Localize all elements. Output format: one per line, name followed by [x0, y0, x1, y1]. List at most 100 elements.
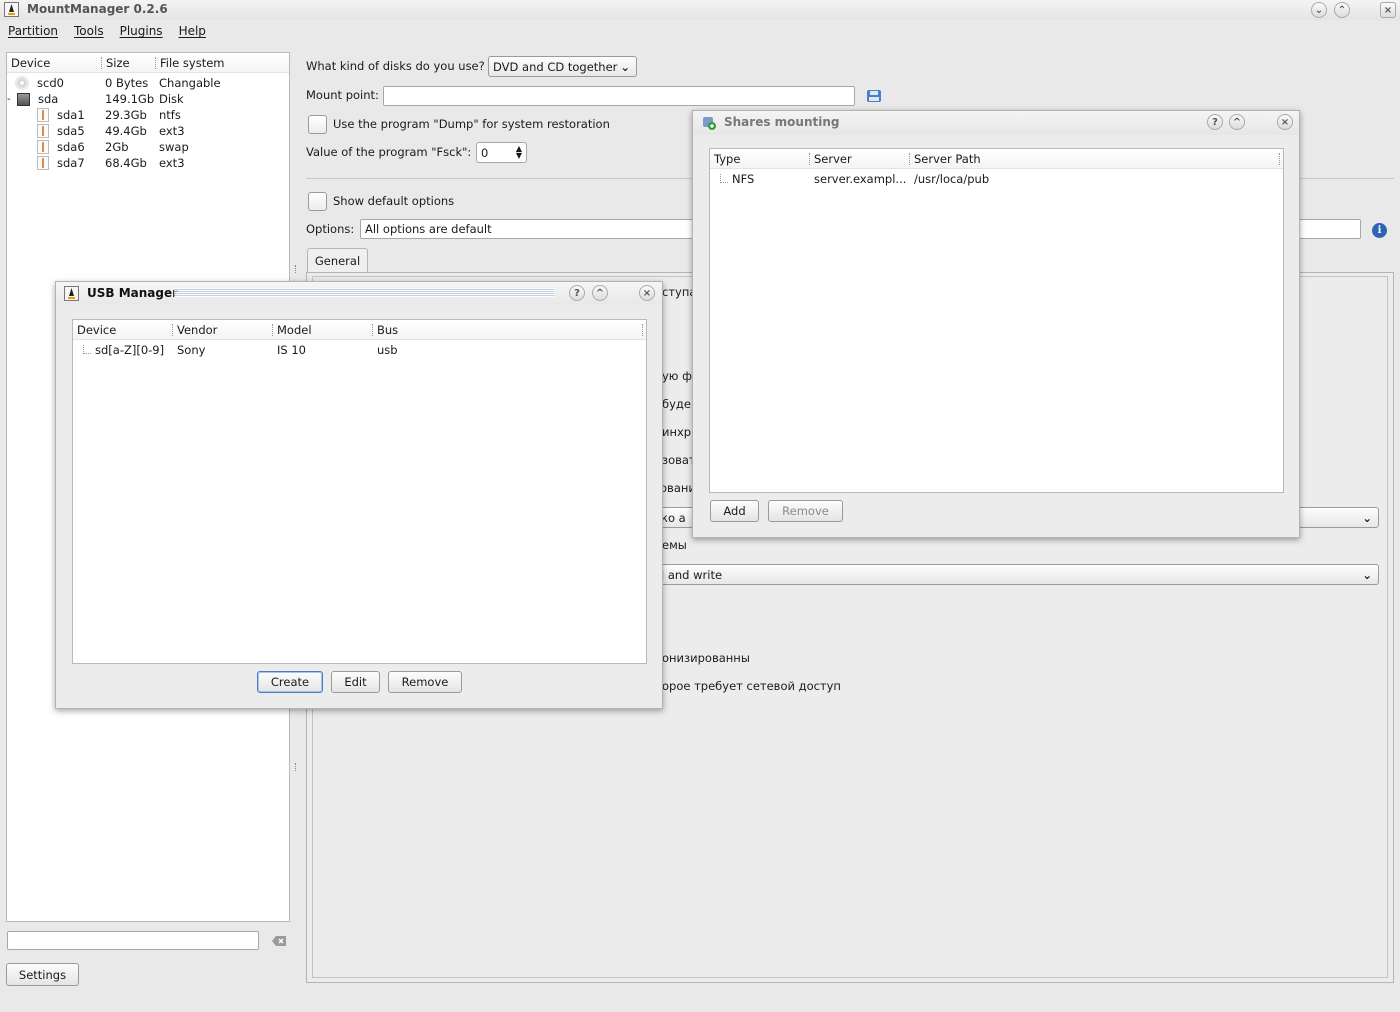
column-model[interactable]: Model: [273, 323, 373, 336]
device-name: sda5: [57, 124, 85, 138]
mount-point-label: Mount point:: [306, 88, 379, 102]
show-default-checkbox[interactable]: [308, 192, 327, 211]
dump-checkbox[interactable]: [308, 115, 327, 134]
tree-row-sda1[interactable]: sda1 29.3Gb ntfs: [7, 107, 289, 123]
device-size: 2Gb: [105, 140, 129, 154]
disk-type-select[interactable]: DVD and CD together ⌄: [488, 56, 637, 77]
splitter-handle[interactable]: [295, 265, 297, 273]
share-server: server.exampl...: [814, 172, 907, 186]
shares-title: Shares mounting: [724, 115, 840, 129]
device-name: scd0: [37, 76, 64, 90]
options-label: Options:: [306, 222, 355, 236]
tree-row-sda[interactable]: - sda 149.1Gb Disk: [7, 91, 289, 107]
clear-filter-icon[interactable]: [272, 935, 286, 946]
remove-button[interactable]: Remove: [388, 671, 462, 693]
maximize-button[interactable]: ⌃: [1334, 2, 1350, 18]
edit-button[interactable]: Edit: [331, 671, 380, 693]
remove-share-button[interactable]: Remove: [768, 500, 843, 522]
table-row[interactable]: sd[a-Z][0-9] Sony IS 10 usb: [73, 342, 646, 358]
ghost-text: орое требует сетевой доступ: [662, 679, 841, 693]
tree-row-sda5[interactable]: sda5 49.4Gb ext3: [7, 123, 289, 139]
app-title: MountManager 0.2.6: [27, 2, 168, 16]
tab-general-label: General: [314, 254, 361, 268]
fsck-label: Value of the program "Fsck":: [306, 145, 472, 159]
device-cell: - sda: [7, 92, 105, 106]
main-titlebar: MountManager 0.2.6 ⌄ ⌃ ×: [0, 0, 1400, 20]
close-button[interactable]: ×: [1277, 114, 1293, 130]
tree-connector: [720, 174, 728, 183]
help-button[interactable]: ?: [569, 285, 585, 301]
app-logo-icon: [64, 286, 79, 301]
column-server[interactable]: Server: [810, 152, 910, 165]
create-button[interactable]: Create: [257, 671, 323, 693]
column-device[interactable]: Device: [7, 56, 102, 69]
shares-dialog: Shares mounting ? ^ × Type Server Server…: [692, 110, 1300, 538]
add-share-button[interactable]: Add: [710, 500, 759, 522]
save-icon[interactable]: [866, 88, 882, 104]
shade-button[interactable]: ^: [592, 285, 608, 301]
device-name: sda: [38, 92, 59, 106]
usb-title: USB Manager: [87, 286, 179, 300]
device-tree-header: Device Size File system: [7, 53, 289, 73]
usb-bus: usb: [377, 343, 398, 357]
share-type-cell: NFS: [710, 172, 810, 186]
device-tree-rows: scd0 0 Bytes Changable - sda 149.1Gb Disk sda1 2…: [7, 73, 289, 171]
device-fs: ext3: [159, 124, 185, 138]
mount-point-input[interactable]: [383, 86, 855, 106]
device-cell: sda7: [7, 156, 105, 170]
close-button[interactable]: ×: [639, 285, 655, 301]
column-bus[interactable]: Bus: [373, 323, 643, 336]
option-select-2[interactable]: l and write ⌄: [656, 564, 1379, 585]
menu-plugins[interactable]: Plugins: [120, 24, 163, 38]
fsck-value: 0: [481, 145, 489, 160]
usb-device-cell: sd[a-Z][0-9]: [73, 343, 173, 357]
menu-bar: Partition Tools Plugins Help: [8, 24, 206, 38]
usb-table-header: Device Vendor Model Bus: [73, 320, 646, 340]
close-button[interactable]: ×: [1380, 2, 1396, 18]
disk-type-value: DVD and CD together: [493, 59, 618, 74]
ghost-text: ую ф: [662, 369, 692, 383]
table-row[interactable]: NFS server.exampl... /usr/loca/pub: [710, 171, 1283, 187]
column-file-system[interactable]: File system: [156, 57, 288, 69]
info-icon[interactable]: i: [1372, 223, 1387, 238]
ghost-text: ко а: [661, 510, 686, 525]
menu-tools[interactable]: Tools: [74, 24, 104, 38]
menu-help[interactable]: Help: [179, 24, 206, 38]
network-share-icon: [701, 115, 717, 131]
device-fs: Disk: [159, 92, 184, 106]
usb-dialog: USB Manager ? ^ × Device Vendor Model Bu…: [55, 281, 663, 709]
column-server-path[interactable]: Server Path: [910, 152, 1280, 165]
settings-button[interactable]: Settings: [6, 963, 79, 986]
shade-button[interactable]: ^: [1229, 114, 1245, 130]
column-size[interactable]: Size: [102, 56, 156, 69]
app-logo-icon: [4, 2, 19, 17]
shares-table-header: Type Server Server Path: [710, 149, 1283, 169]
filter-input[interactable]: [7, 931, 259, 950]
collapse-toggle[interactable]: -: [7, 94, 17, 105]
column-device[interactable]: Device: [73, 323, 173, 336]
help-button[interactable]: ?: [1207, 114, 1223, 130]
tree-row-scd0[interactable]: scd0 0 Bytes Changable: [7, 75, 289, 91]
menu-partition[interactable]: Partition: [8, 24, 58, 38]
device-size: 0 Bytes: [105, 76, 149, 90]
device-size: 29.3Gb: [105, 108, 147, 122]
tab-general[interactable]: General: [307, 248, 368, 273]
chevron-down-icon: ⌄: [620, 59, 630, 74]
minimize-button[interactable]: ⌄: [1311, 2, 1327, 18]
ghost-text: зоват: [662, 453, 696, 467]
tree-row-sda6[interactable]: sda6 2Gb swap: [7, 139, 289, 155]
usb-model: IS 10: [277, 343, 306, 357]
device-fs: Changable: [159, 76, 221, 90]
tree-row-sda7[interactable]: sda7 68.4Gb ext3: [7, 155, 289, 171]
splitter-handle[interactable]: [295, 763, 297, 771]
shares-table[interactable]: Type Server Server Path NFS server.examp…: [709, 148, 1284, 493]
column-type[interactable]: Type: [710, 152, 810, 165]
fsck-spinbox[interactable]: 0 ▲ ▼: [476, 142, 527, 163]
dump-label: Use the program "Dump" for system restor…: [333, 117, 610, 131]
device-fs: ntfs: [159, 108, 181, 122]
usb-devices-table[interactable]: Device Vendor Model Bus sd[a-Z][0-9] Son…: [72, 319, 647, 664]
column-vendor[interactable]: Vendor: [173, 323, 273, 336]
chevron-down-icon: ⌄: [1362, 567, 1372, 582]
ghost-text: онизированны: [662, 651, 750, 665]
spin-arrows-icon[interactable]: ▲ ▼: [516, 145, 522, 160]
